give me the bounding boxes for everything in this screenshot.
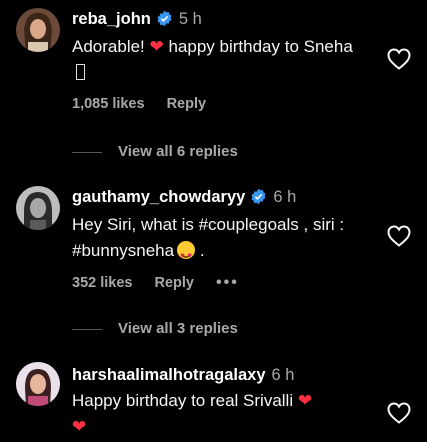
heart-eyes-emoji-icon (177, 241, 196, 269)
like-heart-icon[interactable] (387, 48, 411, 70)
reply-button[interactable]: Reply (167, 96, 207, 112)
view-replies-button[interactable]: View all 6 replies (72, 143, 238, 160)
comment-text-part: . (195, 241, 205, 260)
comment-harshaalimalhotragalaxy: harshaalimalhotragalaxy 6 h Happy birthda… (0, 356, 427, 442)
comment-text-part: Hey Siri, what is #couplegoals , siri : … (72, 215, 345, 260)
reply-button[interactable]: Reply (154, 275, 194, 291)
username[interactable]: reba_john 5 h (72, 10, 202, 32)
divider-line (72, 328, 102, 330)
like-heart-icon[interactable] (387, 225, 411, 247)
comment-time: 5 h (178, 10, 202, 28)
missing-glyph-icon (76, 64, 85, 80)
divider-line (72, 151, 102, 153)
avatar[interactable] (16, 8, 60, 52)
red-heart-emoji: ❤ (297, 391, 313, 410)
username-text[interactable]: reba_john (72, 10, 151, 28)
comment-text-part: Adorable! (72, 37, 150, 56)
like-heart-icon[interactable] (387, 402, 411, 424)
more-options-icon[interactable]: ••• (216, 274, 239, 291)
view-replies-button[interactable]: View all 3 replies (72, 320, 238, 337)
red-heart-emoji: ❤ (72, 417, 87, 436)
comment-text: Hey Siri, what is #couplegoals , siri : … (72, 212, 372, 269)
comment-text: Happy birthday to real Srivalli ❤ ❤ (72, 388, 362, 440)
red-heart-emoji: ❤ (149, 37, 164, 56)
avatar[interactable] (16, 186, 60, 230)
likes-count[interactable]: 1,085 likes (72, 96, 145, 112)
avatar[interactable] (16, 362, 60, 406)
username[interactable]: gauthamy_chowdaryy 6 h (72, 188, 296, 210)
likes-count[interactable]: 352 likes (72, 275, 132, 291)
comment-reba-john: reba_john 5 h Adorable! ❤ happy birthday … (0, 0, 427, 170)
comment-text-part: happy birthday to Sneha (163, 37, 353, 56)
verified-badge-icon (156, 10, 173, 32)
comment-time: 6 h (273, 188, 297, 206)
username-text[interactable]: harshaalimalhotragalaxy (72, 366, 266, 384)
comment-gauthamy-chowdaryy: gauthamy_chowdaryy 6 h Hey Siri, what is … (0, 178, 427, 348)
view-replies-label[interactable]: View all 3 replies (118, 320, 238, 337)
comment-meta: 1,085 likes Reply (72, 96, 228, 112)
comment-meta: 352 likes Reply ••• (72, 274, 261, 292)
comment-text-part: Happy birthday to real Srivalli (72, 391, 298, 410)
comment-time: 6 h (271, 366, 295, 384)
comment-text: Adorable! ❤ happy birthday to Sneha (72, 34, 362, 86)
username[interactable]: harshaalimalhotragalaxy 6 h (72, 366, 294, 385)
verified-badge-icon (250, 188, 267, 210)
username-text[interactable]: gauthamy_chowdaryy (72, 188, 245, 206)
view-replies-label[interactable]: View all 6 replies (118, 143, 238, 160)
